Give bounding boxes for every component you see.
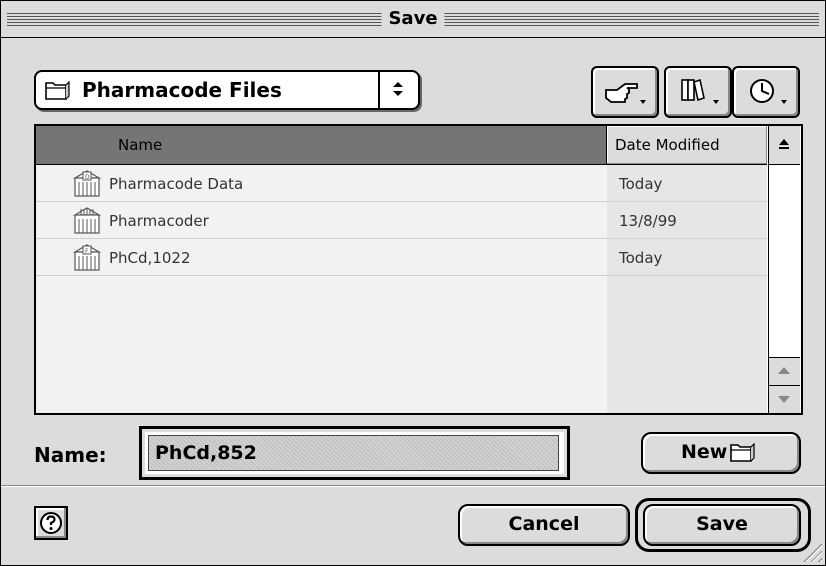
svg-text:F: F [85, 248, 89, 255]
cancel-button[interactable]: Cancel [458, 504, 630, 546]
folder-icon [45, 80, 70, 100]
location-popup[interactable]: Pharmacode Files [34, 70, 420, 110]
favorites-button[interactable] [664, 66, 732, 118]
help-button[interactable] [34, 506, 68, 540]
scroll-down-arrow-icon [778, 396, 790, 403]
file-list[interactable]: Name Date Modified D Pharmacode Data Tod… [34, 124, 803, 415]
shortcuts-button[interactable] [591, 66, 659, 118]
svg-text:D: D [85, 174, 90, 181]
save-label: Save [696, 513, 748, 535]
save-button[interactable]: Save [643, 504, 801, 546]
divider [1, 485, 825, 487]
list-item[interactable]: Pharmacoder 13/8/99 [36, 202, 767, 239]
window-title: Save [381, 9, 445, 29]
new-folder-label: New [681, 441, 728, 463]
document-file-icon: F [72, 244, 102, 271]
scroll-up-arrow-icon [778, 367, 790, 374]
date-column-label: Date Modified [615, 136, 720, 154]
recent-button[interactable] [732, 66, 800, 118]
location-popup-label: Pharmacode Files [82, 78, 282, 102]
scroll-up-button[interactable] [769, 357, 800, 386]
name-column-label: Name [118, 136, 163, 154]
name-column-header[interactable]: Name [36, 126, 607, 165]
popup-arrows [378, 72, 418, 108]
favorites-books-icon [681, 78, 719, 104]
list-item[interactable]: D Pharmacode Data Today [36, 165, 767, 202]
help-question-icon [40, 512, 62, 534]
save-dialog: Save Pharmacode Files Name Date Modified… [0, 0, 826, 566]
scroll-down-button[interactable] [769, 385, 800, 413]
vertical-scrollbar[interactable] [768, 165, 800, 413]
new-folder-icon [730, 442, 755, 462]
name-label: Name: [34, 443, 107, 467]
recent-clock-icon [750, 79, 787, 104]
shortcuts-hand-icon [605, 83, 646, 104]
date-column-header[interactable]: Date Modified [607, 126, 767, 165]
file-name: Pharmacoder [109, 212, 209, 230]
new-folder-button[interactable]: New [641, 432, 801, 474]
up-down-arrows-icon [393, 82, 403, 96]
sort-direction-icon [779, 139, 789, 149]
cancel-label: Cancel [508, 513, 580, 535]
name-field-frame [139, 426, 570, 480]
file-date: Today [619, 175, 663, 193]
file-date: 13/8/99 [619, 212, 677, 230]
title-bar[interactable]: Save [1, 1, 825, 38]
list-item[interactable]: F PhCd,1022 Today [36, 239, 767, 276]
sort-order-button[interactable] [768, 126, 800, 165]
application-file-icon [72, 207, 102, 234]
file-name: Pharmacode Data [109, 175, 244, 193]
data-file-icon: D [72, 170, 102, 197]
file-name-input[interactable] [148, 435, 559, 471]
file-date: Today [619, 249, 663, 267]
file-name: PhCd,1022 [109, 249, 191, 267]
